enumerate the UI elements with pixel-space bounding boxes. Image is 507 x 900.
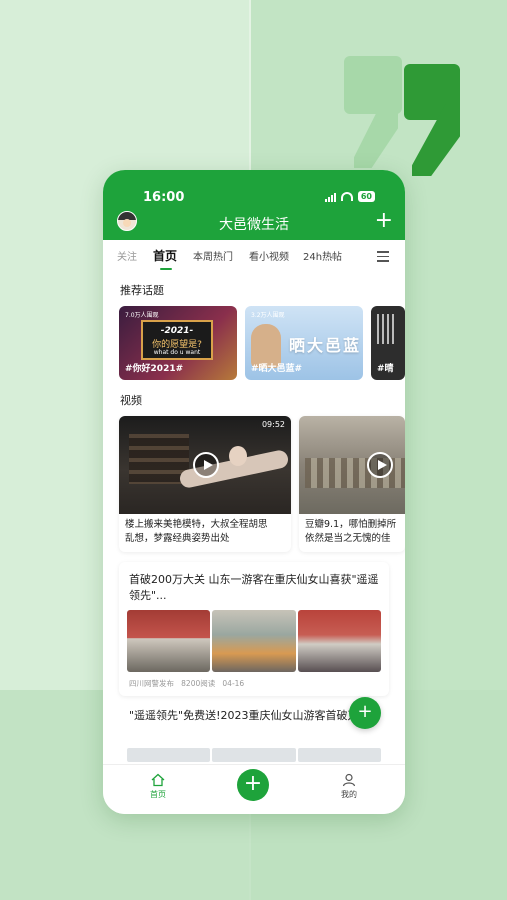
video-card[interactable]: 豆瓣9.1，哪怕删掉所 依然是当之无愧的佳 [299,416,405,552]
news-date: 04-16 [222,679,245,688]
bottom-nav: 首页 + 我的 [103,764,405,814]
video-title-line: 依然是当之无愧的佳 [305,533,391,544]
video-title: 楼上搬来美艳模特，大叔全程胡思 乱想，梦露经典姿势出处 [125,518,285,546]
topic-image-text: 晒大邑蓝 [289,336,362,355]
menu-icon[interactable] [377,251,389,265]
topic-image: -2021- 你的愿望是? what do u want [141,320,213,360]
status-icons: 60 [324,191,375,202]
topic-card[interactable]: 晒大邑蓝 3.2万人围观 #晒大邑蓝# [245,306,363,380]
topic-image [377,314,397,344]
nav-home-label: 首页 [150,790,166,799]
news-title: 首破200万大关 山东一游客在重庆仙女山喜获"遥遥领先"... [129,573,379,602]
wifi-icon [340,192,353,201]
active-tab-indicator [160,268,172,270]
video-title-line: 豆瓣9.1，哪怕删掉所 [305,519,397,530]
topic-card[interactable]: #晴 [371,306,405,380]
page-title: 大邑微生活 [219,217,289,233]
news-image [297,610,381,672]
news-reads: 8200阅读 [181,679,216,688]
tab-weekly-hot[interactable]: 本周热门 [193,248,233,263]
news-image [212,610,296,672]
topic-image-text: what do u want [153,349,201,356]
news-images [127,610,381,672]
quote-mark-icon [344,56,464,176]
section-title-topics: 推荐话题 [120,284,164,297]
topic-tag: #你好2021# [125,364,184,374]
news-images [127,748,381,762]
topic-tag: #晴 [377,364,394,374]
nav-me-label: 我的 [341,790,357,799]
video-title: 豆瓣9.1，哪怕删掉所 依然是当之无愧的佳 [305,518,399,546]
tab-home[interactable]: 首页 [153,247,177,264]
home-icon [151,773,165,787]
status-time: 16:00 [143,190,185,205]
topic-view-count: 7.0万人围观 [125,312,159,319]
video-card[interactable]: 09:52 楼上搬来美艳模特，大叔全程胡思 乱想，梦露经典姿势出处 [119,416,291,552]
video-title-line: 楼上搬来美艳模特，大叔全程胡思 [125,519,268,530]
tab-follow[interactable]: 关注 [117,248,137,263]
add-button[interactable]: + [375,210,393,232]
phone-frame: 16:00 60 大邑微生活 + 关注 首页 本周热门 看小视频 24h热帖 推… [103,170,405,814]
battery-icon: 60 [357,191,375,202]
nav-home[interactable]: 首页 [138,773,178,800]
nav-me[interactable]: 我的 [329,773,369,800]
video-title-line: 乱想，梦露经典姿势出处 [125,533,230,544]
news-source: 四川网警发布 [129,679,174,688]
news-title: "遥遥领先"免费送!2023重庆仙女山游客首破万 [129,709,359,722]
topic-tag: #晒大邑蓝# [251,364,303,374]
play-icon[interactable] [193,452,219,478]
user-icon [342,773,356,787]
news-image [127,610,211,672]
tab-short-video[interactable]: 看小视频 [249,248,289,263]
video-duration: 09:52 [261,420,285,429]
topic-view-count: 3.2万人围观 [251,312,285,319]
nav-add-button[interactable]: + [237,769,269,801]
play-icon[interactable] [367,452,393,478]
tab-24h-hot[interactable]: 24h热帖 [303,248,342,263]
news-meta: 四川网警发布 8200阅读 04-16 [129,678,244,689]
topic-image-text: -2021- [160,326,194,336]
section-title-videos: 视频 [120,394,142,407]
signal-icon [324,192,336,202]
tab-bar: 关注 首页 本周热门 看小视频 24h热帖 [103,242,405,272]
floating-add-button[interactable]: + [349,697,381,729]
news-card[interactable]: 首破200万大关 山东一游客在重庆仙女山喜获"遥遥领先"... 四川网警发布 8… [119,562,389,696]
topic-card[interactable]: -2021- 你的愿望是? what do u want 7.0万人围观 #你好… [119,306,237,380]
app-header: 16:00 60 大邑微生活 + [103,170,405,240]
